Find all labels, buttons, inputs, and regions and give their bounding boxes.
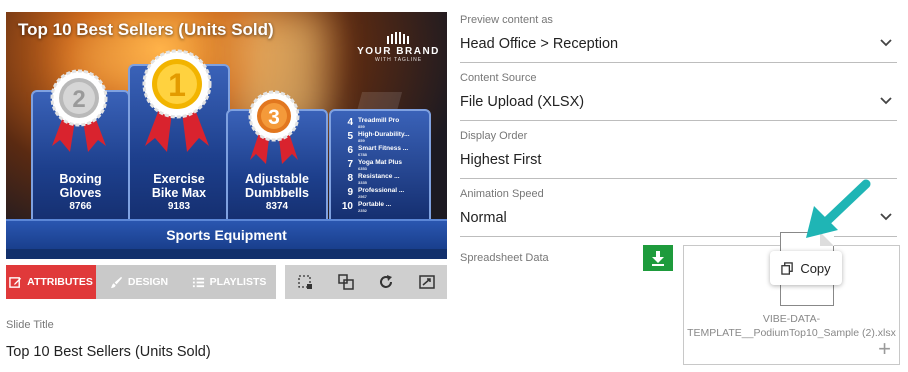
silver-medal-icon: 2	[50, 69, 108, 152]
chevron-down-icon[interactable]	[879, 212, 893, 222]
list-value: 859	[358, 124, 365, 129]
list-rank: 8	[347, 173, 353, 184]
list-name: Professional ...	[358, 187, 405, 194]
crop-button[interactable]	[292, 269, 318, 295]
medal-rank: 3	[268, 106, 280, 129]
brush-icon	[110, 276, 122, 288]
podium-name-line1: Boxing	[59, 172, 102, 186]
preview-toolbar	[285, 265, 447, 299]
gold-medal-icon: 1	[142, 49, 212, 152]
tab-playlists[interactable]: PLAYLISTS	[182, 265, 276, 299]
add-icon[interactable]: +	[878, 338, 891, 360]
podium-name-line1: Exercise	[153, 172, 205, 186]
brand-tagline: WITH TAGLINE	[374, 57, 423, 63]
medal-rank: 2	[72, 86, 85, 113]
rank-list: 4 Treadmill Pro 859 5 High-Durability...…	[329, 109, 431, 221]
preview-title: Top 10 Best Sellers (Units Sold)	[18, 20, 274, 39]
list-icon	[192, 277, 204, 287]
list-name: Smart Fitness ...	[358, 145, 409, 152]
list-value: 6788	[358, 152, 367, 157]
content-source-select[interactable]: File Upload (XLSX)	[460, 94, 584, 110]
list-name: Portable ...	[358, 201, 392, 208]
list-value: 6353	[358, 166, 367, 171]
layers-button[interactable]	[333, 269, 359, 295]
medal-rank: 1	[168, 67, 186, 103]
copy-button[interactable]: Copy	[770, 251, 842, 285]
download-button[interactable]	[643, 245, 673, 271]
preview-bottom-strip	[6, 249, 447, 259]
list-rank: 5	[347, 131, 353, 142]
brand-name: YOUR BRAND	[357, 46, 440, 57]
copy-icon	[781, 261, 794, 275]
list-rank: 9	[347, 187, 353, 198]
list-value: 2352	[358, 208, 367, 213]
brand-bars-icon	[386, 32, 409, 44]
field-label: Display Order	[460, 130, 528, 142]
list-rank: 10	[341, 201, 353, 212]
field-underline	[460, 62, 897, 63]
file-name-line: VIBE-DATA-	[762, 313, 821, 325]
tab-attributes[interactable]: ATTRIBUTES	[6, 265, 96, 299]
podium-value: 8766	[69, 201, 92, 212]
list-value: 3335	[358, 180, 367, 185]
file-name-line: TEMPLATE__PodiumTop10_Sample (2).xlsx	[687, 327, 896, 339]
tab-label: ATTRIBUTES	[27, 276, 93, 288]
list-rank: 7	[347, 159, 353, 170]
bronze-medal-icon: 3	[248, 90, 300, 164]
pointer-arrow-icon	[806, 179, 871, 238]
list-value: 2567	[358, 194, 367, 199]
download-icon	[652, 251, 664, 266]
preview-as-field[interactable]: Preview content as Head Office > Recepti…	[460, 14, 897, 72]
display-order-input[interactable]: Highest First	[460, 152, 541, 168]
field-label: Content Source	[460, 72, 537, 84]
slide-preview: Top 10 Best Sellers (Units Sold) YOUR BR…	[6, 12, 447, 259]
list-rank: 4	[347, 117, 353, 128]
spreadsheet-label: Spreadsheet Data	[460, 252, 549, 264]
crop-icon	[298, 275, 313, 289]
podium-name-line1: Adjustable	[245, 172, 309, 186]
brand-logo: YOUR BRAND WITH TAGLINE	[356, 32, 441, 63]
layers-icon	[338, 274, 354, 290]
tab-label: DESIGN	[127, 276, 169, 288]
podium-name-line2: Dumbbells	[245, 186, 309, 200]
copy-label: Copy	[800, 260, 831, 276]
chevron-down-icon[interactable]	[879, 96, 893, 106]
field-label: Preview content as	[460, 14, 553, 26]
refresh-button[interactable]	[373, 269, 399, 295]
list-name: High-Durability...	[358, 131, 410, 138]
list-name: Yoga Mat Plus	[358, 159, 402, 166]
list-value: 859	[358, 138, 365, 143]
category-banner: Sports Equipment	[6, 219, 447, 251]
list-name: Treadmill Pro	[358, 117, 400, 124]
slide-title-input[interactable]: Top 10 Best Sellers (Units Sold)	[6, 344, 211, 360]
field-underline	[460, 120, 897, 121]
resize-button[interactable]	[414, 269, 440, 295]
chevron-down-icon[interactable]	[879, 38, 893, 48]
podium-name-line2: Gloves	[59, 186, 102, 200]
list-name: Resistance ...	[358, 173, 400, 180]
podium-value: 8374	[265, 201, 289, 212]
preview-as-select[interactable]: Head Office > Reception	[460, 36, 618, 52]
tab-label: PLAYLISTS	[209, 276, 267, 288]
field-label: Animation Speed	[460, 188, 544, 200]
file-name: VIBE-DATA- TEMPLATE__PodiumTop10_Sample …	[684, 312, 899, 340]
edit-icon	[9, 276, 22, 288]
content-source-field[interactable]: Content Source File Upload (XLSX)	[460, 72, 897, 130]
tab-design[interactable]: DESIGN	[96, 265, 182, 299]
podium-name-line2: Bike Max	[151, 186, 207, 200]
refresh-icon	[380, 275, 393, 288]
slide-title-label: Slide Title	[6, 319, 54, 331]
list-rank: 6	[347, 145, 353, 156]
resize-icon	[419, 275, 435, 289]
animation-speed-select[interactable]: Normal	[460, 210, 507, 226]
podium-value: 9183	[167, 201, 191, 212]
